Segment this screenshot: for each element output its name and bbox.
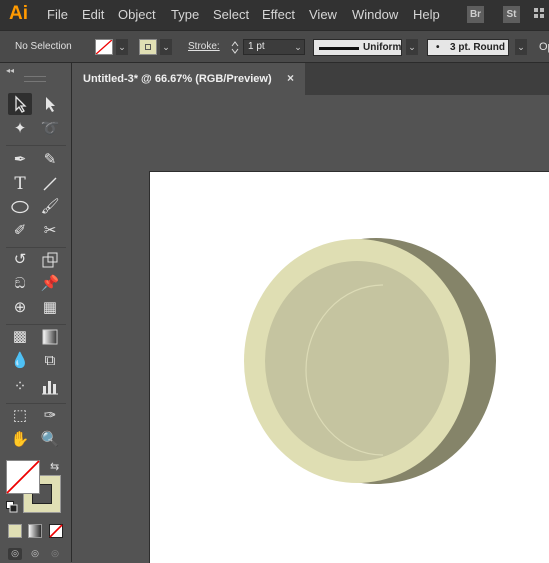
fill-color-box[interactable] — [6, 460, 40, 494]
blend-tool-icon[interactable]: ⧉ — [38, 350, 62, 372]
scale-tool-icon[interactable] — [38, 249, 62, 271]
paintbrush-tool-icon[interactable]: 🖌 — [38, 196, 62, 218]
menu-edit[interactable]: Edit — [82, 7, 104, 22]
panel-grip[interactable] — [24, 76, 46, 82]
eyedropper-tool-icon[interactable]: 💧 — [8, 350, 32, 372]
draw-behind-icon[interactable]: ◎ — [28, 548, 42, 560]
canvas-area[interactable] — [73, 95, 549, 563]
warp-tool-icon[interactable]: ඞ — [8, 273, 32, 295]
divider — [6, 403, 66, 404]
stroke-dropdown-chevron[interactable]: ⌄ — [160, 39, 172, 55]
document-tab-bar: Untitled-3* @ 66.67% (RGB/Preview) × — [73, 63, 549, 95]
divider — [6, 324, 66, 325]
symbol-sprayer-tool-icon[interactable]: ⁘ — [8, 376, 32, 398]
perspective-grid-tool-icon[interactable]: ▦ — [38, 297, 62, 319]
gradient-tool-icon[interactable] — [38, 326, 62, 348]
tools-panel: ◂◂ ✦ ➰ ✒ ✎ T 🖌 ✐ ✂ ↺ ඞ 📌 ⊕ ▦ ▩ 💧 ⧉ ⁘ ⬚ ✑… — [0, 63, 72, 562]
none-mode-button[interactable] — [49, 524, 63, 538]
artboard-tool-icon[interactable]: ⬚ — [8, 405, 32, 427]
pen-tool-icon[interactable]: ✒ — [8, 149, 32, 171]
divider — [6, 247, 66, 248]
menu-object[interactable]: Object — [118, 7, 156, 22]
coin-artwork[interactable] — [150, 172, 549, 563]
fill-dropdown-chevron[interactable]: ⌄ — [116, 39, 128, 55]
curvature-tool-icon[interactable]: ✎ — [38, 149, 62, 171]
selection-status: No Selection — [15, 41, 72, 52]
rotate-tool-icon[interactable]: ↺ — [8, 249, 32, 271]
swap-fill-stroke-icon[interactable]: ⇆ — [50, 460, 59, 473]
opacity-label[interactable]: Op — [539, 41, 549, 53]
line-tool-icon[interactable] — [38, 173, 62, 195]
menu-window[interactable]: Window — [352, 7, 398, 22]
stroke-weight-chevron[interactable]: ⌄ — [292, 39, 304, 55]
app-logo: Ai — [9, 3, 28, 24]
puppet-warp-tool-icon[interactable]: 📌 — [38, 273, 62, 295]
ellipse-tool-icon[interactable] — [8, 196, 32, 218]
stroke-stepper-icon[interactable] — [230, 39, 240, 56]
shaper-tool-icon[interactable]: ✐ — [8, 220, 32, 242]
lasso-tool-icon[interactable]: ➰ — [38, 118, 62, 140]
document-title: Untitled-3* @ 66.67% (RGB/Preview) — [83, 73, 272, 85]
direct-selection-tool-icon[interactable] — [38, 93, 62, 115]
artboard[interactable] — [149, 171, 549, 563]
collapse-panel-icon[interactable]: ◂◂ — [6, 66, 14, 75]
gradient-mode-button[interactable] — [28, 524, 42, 538]
menu-type[interactable]: Type — [171, 7, 199, 22]
menu-help[interactable]: Help — [413, 7, 440, 22]
draw-inside-icon[interactable]: ◎ — [48, 548, 62, 560]
stroke-swatch[interactable] — [139, 39, 157, 55]
scissors-tool-icon[interactable]: ✂ — [38, 220, 62, 242]
workspace-grid-icon[interactable] — [533, 7, 549, 23]
menu-bar: Ai File Edit Object Type Select Effect V… — [0, 0, 549, 30]
document-tab[interactable]: Untitled-3* @ 66.67% (RGB/Preview) × — [73, 63, 305, 95]
draw-normal-icon[interactable]: ◎ — [8, 548, 22, 560]
divider — [6, 145, 66, 146]
selection-tool-icon[interactable] — [8, 93, 32, 115]
variable-width-profile[interactable]: Uniform — [313, 39, 402, 56]
mesh-tool-icon[interactable]: ▩ — [8, 326, 32, 348]
zoom-tool-icon[interactable]: 🔍 — [38, 429, 62, 451]
stock-button[interactable]: St — [503, 6, 520, 23]
menu-select[interactable]: Select — [213, 7, 249, 22]
coin-inner-shape — [265, 261, 449, 461]
color-mode-button[interactable] — [8, 524, 22, 538]
menu-file[interactable]: File — [47, 7, 68, 22]
brush-definition[interactable]: • 3 pt. Round — [427, 39, 509, 56]
bridge-button[interactable]: Br — [467, 6, 484, 23]
type-tool-icon[interactable]: T — [8, 173, 32, 195]
control-bar: No Selection ⌄ ⌄ Stroke: 1 pt ⌄ Uniform … — [0, 30, 549, 63]
fill-swatch-none[interactable] — [95, 39, 113, 55]
magic-wand-tool-icon[interactable]: ✦ — [8, 118, 32, 140]
menu-effect[interactable]: Effect — [262, 7, 295, 22]
default-colors-icon[interactable] — [6, 501, 18, 513]
close-tab-icon[interactable]: × — [287, 71, 294, 85]
shape-builder-tool-icon[interactable]: ⊕ — [8, 297, 32, 319]
hand-tool-icon[interactable]: ✋ — [8, 429, 32, 451]
profile-chevron[interactable]: ⌄ — [406, 39, 418, 55]
menu-view[interactable]: View — [309, 7, 337, 22]
slice-tool-icon[interactable]: ✑ — [38, 405, 62, 427]
brush-chevron[interactable]: ⌄ — [515, 39, 527, 55]
stroke-label[interactable]: Stroke: — [188, 41, 220, 52]
column-graph-tool-icon[interactable] — [38, 376, 62, 398]
